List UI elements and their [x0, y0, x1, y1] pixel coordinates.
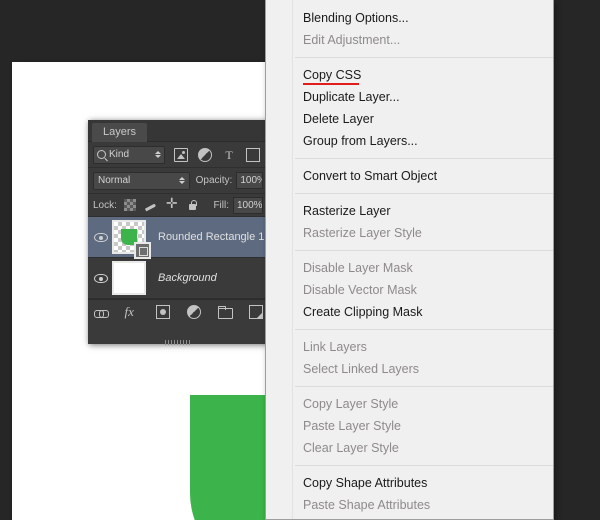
menu-item-disable-vector-mask: Disable Vector Mask: [267, 279, 553, 301]
chevron-updown-icon[interactable]: [155, 151, 161, 158]
copy-css-highlight-underline: [303, 83, 359, 85]
menu-item-rasterize-layer[interactable]: Rasterize Layer: [267, 200, 553, 222]
layer-thumbnail[interactable]: [112, 260, 148, 296]
menu-item-delete-layer[interactable]: Delete Layer: [267, 108, 553, 130]
layer-filter-row: Kind T: [88, 142, 268, 168]
menu-item-convert-to-smart-object[interactable]: Convert to Smart Object: [267, 165, 553, 187]
filter-icon-group: T: [174, 148, 260, 162]
layers-panel-body: Kind T Normal Opacity: 100%: [88, 142, 268, 323]
layer-name-label: Rounded Rectangle 1: [158, 231, 264, 243]
blend-mode-value: Normal: [98, 175, 179, 186]
menu-separator: [295, 57, 553, 58]
menu-item-copy-css[interactable]: Copy CSS: [267, 64, 553, 86]
menu-item-select-linked-layers: Select Linked Layers: [267, 358, 553, 380]
menu-separator: [295, 193, 553, 194]
pixel-filter-icon[interactable]: [174, 148, 188, 162]
layer-thumbnail[interactable]: [112, 219, 148, 255]
menu-item-copy-shape-attributes[interactable]: Copy Shape Attributes: [267, 472, 553, 494]
menu-item-copy-layer-style: Copy Layer Style: [267, 393, 553, 415]
menu-separator: [295, 250, 553, 251]
menu-item-edit-adjustment: Edit Adjustment...: [267, 29, 553, 51]
menu-separator: [295, 158, 553, 159]
panel-tab-bar: Layers: [88, 120, 268, 142]
lock-all-icon[interactable]: [187, 199, 199, 211]
menu-item-blending-options[interactable]: Blending Options...: [267, 7, 553, 29]
layer-visibility-toggle[interactable]: [90, 274, 112, 283]
panel-resize-grip[interactable]: [165, 340, 191, 345]
new-layer-icon[interactable]: [249, 305, 263, 319]
lock-position-icon[interactable]: [166, 199, 178, 211]
menu-item-clear-layer-style: Clear Layer Style: [267, 437, 553, 459]
layer-name-label: Background: [158, 272, 217, 284]
type-filter-icon[interactable]: T: [222, 148, 236, 162]
lock-row: Lock: Fill: 100%: [88, 194, 268, 217]
menu-item-paste-layer-style: Paste Layer Style: [267, 415, 553, 437]
new-adjustment-layer-icon[interactable]: [187, 305, 201, 319]
menu-separator: [295, 386, 553, 387]
blend-mode-select[interactable]: Normal: [93, 172, 190, 190]
eye-icon: [94, 233, 108, 242]
menu-separator: [295, 329, 553, 330]
fill-input[interactable]: 100%: [233, 197, 263, 214]
shape-filter-icon[interactable]: [246, 148, 260, 162]
menu-item-duplicate-layer[interactable]: Duplicate Layer...: [267, 86, 553, 108]
new-group-icon[interactable]: [218, 305, 232, 319]
context-menu-items: Blending Options...Edit Adjustment... Cop…: [267, 0, 553, 520]
photoshop-workspace: Layers Kind T Normal: [0, 0, 600, 520]
add-layer-mask-icon[interactable]: [156, 305, 170, 319]
eye-icon: [94, 274, 108, 283]
chevron-updown-icon[interactable]: [179, 177, 185, 184]
menu-separator: [295, 465, 553, 466]
menu-item-disable-layer-mask: Disable Layer Mask: [267, 257, 553, 279]
filter-kind-label: Kind: [109, 149, 152, 160]
magnifier-icon: [97, 150, 106, 159]
layer-visibility-toggle[interactable]: [90, 233, 112, 242]
menu-item-create-clipping-mask[interactable]: Create Clipping Mask: [267, 301, 553, 323]
layers-panel-footer: fx: [88, 299, 268, 323]
layer-context-menu: Blending Options...Edit Adjustment... Cop…: [265, 0, 554, 520]
fill-label: Fill:: [213, 200, 229, 211]
tab-layers[interactable]: Layers: [92, 123, 147, 142]
menu-item-link-layers: Link Layers: [267, 336, 553, 358]
white-background-thumbnail: [112, 261, 146, 295]
table-row[interactable]: Rounded Rectangle 1: [88, 217, 268, 258]
lock-icon-group: [124, 199, 199, 211]
menu-item-paste-shape-attributes: Paste Shape Attributes: [267, 494, 553, 516]
adjustment-filter-icon[interactable]: [198, 148, 212, 162]
link-layers-icon[interactable]: [94, 305, 108, 319]
lock-label: Lock:: [93, 200, 117, 211]
blend-mode-row: Normal Opacity: 100%: [88, 168, 268, 194]
menu-item-rasterize-layer-style: Rasterize Layer Style: [267, 222, 553, 244]
layer-style-fx-icon[interactable]: fx: [125, 305, 139, 319]
layers-panel: Layers Kind T Normal: [88, 120, 268, 344]
layer-list: Rounded Rectangle 1 Background: [88, 217, 268, 299]
table-row[interactable]: Background: [88, 258, 268, 299]
vector-mask-badge-icon[interactable]: [134, 242, 151, 259]
opacity-input[interactable]: 100%: [236, 172, 263, 189]
opacity-label: Opacity:: [196, 175, 233, 186]
menu-item-group-from-layers[interactable]: Group from Layers...: [267, 130, 553, 152]
lock-transparency-icon[interactable]: [124, 199, 136, 211]
filter-kind-select[interactable]: Kind: [93, 146, 165, 164]
lock-image-icon[interactable]: [145, 199, 157, 211]
